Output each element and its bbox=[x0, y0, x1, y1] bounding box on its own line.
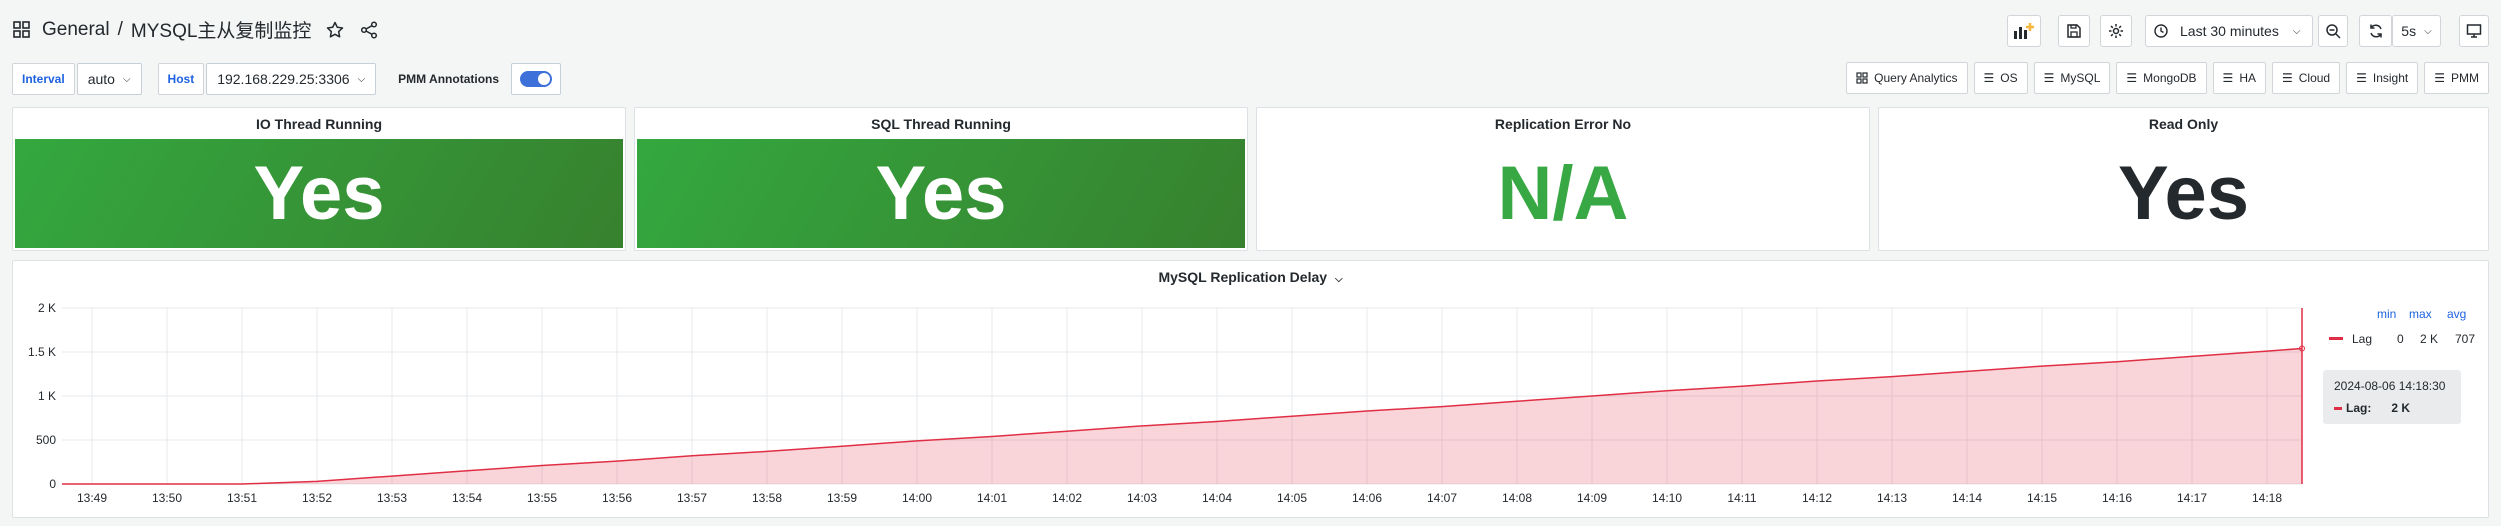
chevron-down-icon: ⌵ bbox=[2292, 25, 2301, 37]
link-os[interactable]: ☰ OS bbox=[1973, 62, 2028, 94]
dashboard-links: Query Analytics ☰ OS ☰ MySQL ☰ MongoDB ☰ HA … bbox=[1846, 62, 2489, 94]
interval-label: Interval bbox=[12, 63, 75, 95]
time-range-label: Last 30 minutes bbox=[2180, 23, 2279, 39]
variables-bar: Interval auto ⌵ Host 192.168.229.25:3306… bbox=[12, 62, 562, 96]
legend-swatch-lag bbox=[2329, 337, 2343, 340]
interval-value: auto bbox=[87, 71, 115, 87]
interval-select[interactable]: auto ⌵ bbox=[76, 63, 142, 95]
link-pmm[interactable]: ☰ PMM bbox=[2424, 62, 2489, 94]
stat-value: Yes bbox=[15, 139, 623, 248]
host-label: Host bbox=[157, 63, 205, 95]
refresh-interval-picker[interactable]: 5s ⌵ bbox=[2392, 15, 2441, 47]
dashboard-title[interactable]: MYSQL主从复制监控 bbox=[131, 16, 312, 43]
add-panel-button[interactable] bbox=[2007, 15, 2041, 47]
add-panel-icon bbox=[2014, 23, 2034, 39]
star-icon[interactable] bbox=[325, 20, 345, 40]
menu-icon: ☰ bbox=[2222, 71, 2234, 85]
chevron-down-icon: ⌵ bbox=[357, 73, 366, 85]
pmm-annotations-label: PMM Annotations bbox=[398, 72, 500, 86]
save-icon bbox=[2067, 24, 2081, 38]
link-label: Query Analytics bbox=[1874, 71, 1958, 85]
link-mysql[interactable]: ☰ MySQL bbox=[2033, 62, 2111, 94]
menu-icon: ☰ bbox=[1983, 71, 1995, 85]
settings-button[interactable] bbox=[2100, 15, 2132, 47]
link-label: MongoDB bbox=[2143, 71, 2197, 85]
link-label: Cloud bbox=[2298, 71, 2331, 85]
menu-icon: ☰ bbox=[2281, 71, 2293, 85]
pmm-annotations-toggle[interactable] bbox=[511, 63, 562, 95]
save-dashboard-button[interactable] bbox=[2058, 15, 2090, 47]
share-icon[interactable] bbox=[359, 20, 379, 40]
link-query-analytics[interactable]: Query Analytics bbox=[1846, 62, 1968, 94]
stat-value: N/A bbox=[1497, 151, 1629, 236]
breadcrumb-folder[interactable]: General bbox=[42, 19, 110, 41]
link-ha[interactable]: ☰ HA bbox=[2212, 62, 2266, 94]
tooltip-value: 2 K bbox=[2391, 401, 2411, 415]
link-label: PMM bbox=[2451, 71, 2479, 85]
zoom-out-icon bbox=[2326, 24, 2341, 39]
apps-icon bbox=[1856, 72, 1868, 84]
stat-panel-read-only: Read Only Yes bbox=[1878, 107, 2489, 251]
menu-icon: ☰ bbox=[2043, 71, 2055, 85]
chevron-down-icon: ⌵ bbox=[2424, 25, 2432, 37]
stat-panel-replication-error: Replication Error No N/A bbox=[1256, 107, 1870, 251]
chevron-down-icon: ⌵ bbox=[122, 73, 131, 85]
top-bar: General / MYSQL主从复制监控 Last 30 minutes ⌵ … bbox=[0, 0, 2501, 60]
refresh-icon bbox=[2369, 24, 2382, 38]
host-select[interactable]: 192.168.229.25:3306 ⌵ bbox=[206, 63, 377, 95]
tooltip-row: Lag: 2 K bbox=[2334, 401, 2450, 415]
menu-icon: ☰ bbox=[2126, 71, 2138, 85]
host-value: 192.168.229.25:3306 bbox=[217, 71, 350, 87]
link-mongodb[interactable]: ☰ MongoDB bbox=[2116, 62, 2207, 94]
apps-icon[interactable] bbox=[12, 20, 32, 40]
chart-title: MySQL Replication Delay bbox=[1158, 269, 1328, 285]
panel-title[interactable]: Replication Error No bbox=[1257, 116, 1869, 132]
chart-tooltip: 2024-08-06 14:18:30 Lag: 2 K bbox=[2323, 370, 2461, 424]
clock-icon bbox=[2154, 24, 2168, 38]
stat-panel-sql-thread: SQL Thread Running Yes bbox=[634, 107, 1248, 251]
legend-header-min[interactable]: min bbox=[2377, 307, 2396, 321]
tooltip-series: Lag: bbox=[2346, 401, 2372, 415]
tooltip-swatch bbox=[2334, 406, 2342, 410]
legend-avg-value: 707 bbox=[2455, 332, 2476, 346]
breadcrumb: General / MYSQL主从复制监控 bbox=[12, 16, 379, 43]
stat-value: Yes bbox=[2117, 151, 2250, 236]
time-picker[interactable]: Last 30 minutes ⌵ bbox=[2145, 15, 2313, 47]
refresh-interval-label: 5s bbox=[2401, 23, 2417, 39]
tooltip-time: 2024-08-06 14:18:30 bbox=[2334, 379, 2446, 393]
legend-header-avg[interactable]: avg bbox=[2447, 307, 2466, 321]
chevron-down-icon: ⌵ bbox=[1334, 274, 1343, 285]
legend-series-lag[interactable]: Lag bbox=[2352, 332, 2372, 346]
stat-value: Yes bbox=[637, 139, 1245, 248]
tv-mode-button[interactable] bbox=[2459, 15, 2489, 47]
link-label: OS bbox=[2000, 71, 2018, 85]
stat-panel-io-thread: IO Thread Running Yes bbox=[12, 107, 626, 251]
panel-title[interactable]: IO Thread Running bbox=[13, 116, 625, 132]
zoom-out-button[interactable] bbox=[2318, 15, 2348, 47]
menu-icon: ☰ bbox=[2356, 71, 2367, 85]
menu-icon: ☰ bbox=[2434, 71, 2445, 85]
legend-max-value: 2 K bbox=[2420, 332, 2439, 346]
panel-title[interactable]: SQL Thread Running bbox=[635, 116, 1247, 132]
replication-delay-panel: MySQL Replication Delay ⌵ bbox=[12, 260, 2489, 518]
link-cloud[interactable]: ☰ Cloud bbox=[2271, 62, 2341, 94]
panel-title[interactable]: Read Only bbox=[1879, 116, 2488, 132]
breadcrumb-separator: / bbox=[117, 18, 123, 40]
monitor-icon bbox=[2466, 24, 2482, 38]
toggle-switch[interactable] bbox=[520, 71, 553, 87]
refresh-button[interactable] bbox=[2359, 15, 2392, 47]
legend-min-value: 0 bbox=[2397, 332, 2404, 346]
link-label: Insight bbox=[2372, 71, 2409, 85]
chart-title-wrap[interactable]: MySQL Replication Delay ⌵ bbox=[13, 269, 2488, 285]
gear-icon bbox=[2109, 24, 2123, 38]
link-label: MySQL bbox=[2060, 71, 2101, 85]
legend-header-max[interactable]: max bbox=[2409, 307, 2432, 321]
link-insight[interactable]: ☰ Insight bbox=[2346, 62, 2419, 94]
link-label: HA bbox=[2239, 71, 2256, 85]
